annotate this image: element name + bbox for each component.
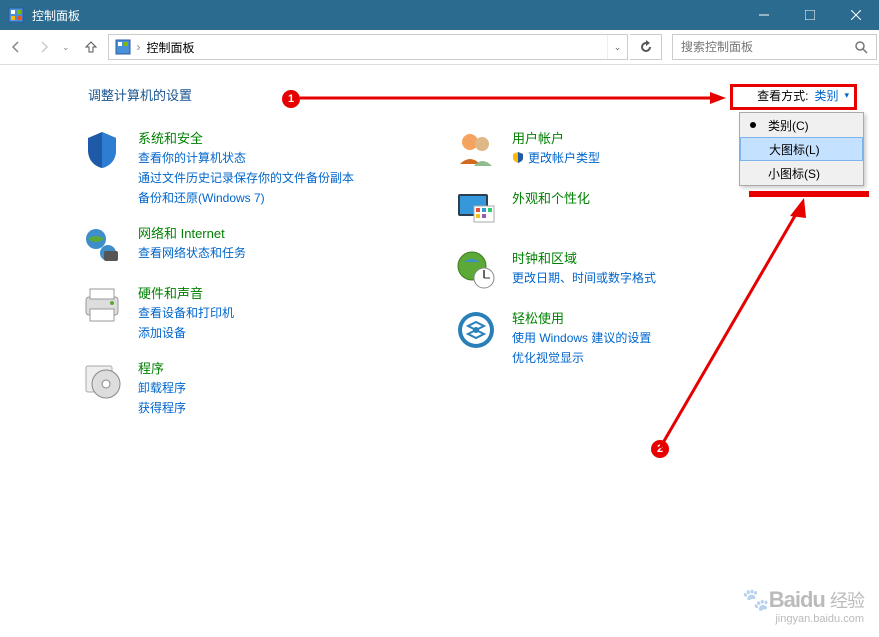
shield-icon (80, 128, 124, 172)
annotation-badge-2: 2 (651, 440, 669, 458)
control-panel-icon (115, 39, 131, 55)
annotation-highlight-1 (730, 84, 857, 110)
dropdown-item-small-icons[interactable]: 小图标(S) (740, 161, 863, 185)
category-title[interactable]: 网络和 Internet (138, 223, 246, 242)
dropdown-item-large-icons[interactable]: 大图标(L) (740, 137, 863, 161)
watermark: 🐾Baidu 经验 jingyan.baidu.com (742, 587, 864, 625)
category-clock-region: 时钟和区域 更改日期、时间或数字格式 (454, 248, 656, 292)
dropdown-item-category[interactable]: 类别(C) (740, 113, 863, 137)
disc-icon (80, 358, 124, 402)
shield-badge-icon (512, 151, 524, 166)
annotation-highlight-2 (749, 191, 869, 197)
search-bar (672, 34, 877, 60)
category-link[interactable]: 备份和还原(Windows 7) (138, 189, 354, 207)
globe-network-icon (80, 223, 124, 267)
category-title[interactable]: 外观和个性化 (512, 188, 590, 207)
view-dropdown-menu: 类别(C) 大图标(L) 小图标(S) (739, 112, 864, 186)
close-button[interactable] (833, 0, 879, 30)
category-ease-of-access: 轻松使用 使用 Windows 建议的设置 优化视觉显示 (454, 308, 656, 367)
category-link[interactable]: 更改日期、时间或数字格式 (512, 269, 656, 287)
window-title: 控制面板 (32, 7, 741, 24)
window-controls (741, 0, 879, 30)
up-button[interactable] (78, 34, 104, 60)
navigation-toolbar: ⌄ › 控制面板 ⌄ (0, 30, 879, 65)
category-column-left: 系统和安全 查看你的计算机状态 通过文件历史记录保存你的文件备份副本 备份和还原… (80, 128, 354, 417)
category-title[interactable]: 系统和安全 (138, 128, 354, 147)
history-dropdown-icon[interactable]: ⌄ (62, 42, 70, 53)
category-title[interactable]: 时钟和区域 (512, 248, 656, 267)
category-link[interactable]: 获得程序 (138, 399, 186, 417)
category-link[interactable]: 查看设备和打印机 (138, 304, 234, 322)
category-link[interactable]: 更改帐户类型 (528, 149, 600, 167)
category-hardware: 硬件和声音 查看设备和打印机 添加设备 (80, 283, 354, 342)
category-link[interactable]: 优化视觉显示 (512, 349, 651, 367)
app-icon (8, 7, 24, 23)
category-user-accounts: 用户帐户 更改帐户类型 (454, 128, 656, 172)
category-title[interactable]: 程序 (138, 358, 186, 377)
address-sep: › (137, 40, 141, 54)
refresh-button[interactable] (630, 34, 662, 60)
watermark-logo: 🐾Baidu 经验 (742, 587, 864, 613)
category-network: 网络和 Internet 查看网络状态和任务 (80, 223, 354, 267)
minimize-button[interactable] (741, 0, 787, 30)
window-titlebar: 控制面板 (0, 0, 879, 30)
category-title[interactable]: 用户帐户 (512, 128, 600, 147)
address-text: 控制面板 (147, 39, 607, 56)
maximize-button[interactable] (787, 0, 833, 30)
category-link[interactable]: 卸载程序 (138, 379, 186, 397)
printer-icon (80, 283, 124, 327)
accessibility-icon (454, 308, 498, 352)
annotation-badge-1: 1 (282, 90, 300, 108)
category-column-right: 用户帐户 更改帐户类型 外观和个性化 (454, 128, 656, 417)
category-title[interactable]: 硬件和声音 (138, 283, 234, 302)
category-title[interactable]: 轻松使用 (512, 308, 651, 327)
search-input[interactable] (673, 40, 846, 54)
category-system-security: 系统和安全 查看你的计算机状态 通过文件历史记录保存你的文件备份副本 备份和还原… (80, 128, 354, 207)
search-button[interactable] (846, 34, 876, 60)
category-link[interactable]: 查看你的计算机状态 (138, 149, 354, 167)
forward-button[interactable] (30, 33, 58, 61)
users-icon (454, 128, 498, 172)
category-programs: 程序 卸载程序 获得程序 (80, 358, 354, 417)
clock-globe-icon (454, 248, 498, 292)
category-link[interactable]: 通过文件历史记录保存你的文件备份副本 (138, 169, 354, 187)
address-bar[interactable]: › 控制面板 ⌄ (108, 34, 628, 60)
category-link[interactable]: 添加设备 (138, 324, 234, 342)
monitor-palette-icon (454, 188, 498, 232)
category-appearance: 外观和个性化 (454, 188, 656, 232)
address-dropdown-icon[interactable]: ⌄ (607, 35, 627, 59)
back-button[interactable] (2, 33, 30, 61)
selected-indicator-icon (750, 122, 756, 128)
watermark-url: jingyan.baidu.com (742, 613, 864, 625)
category-link[interactable]: 查看网络状态和任务 (138, 244, 246, 262)
category-link[interactable]: 使用 Windows 建议的设置 (512, 329, 651, 347)
